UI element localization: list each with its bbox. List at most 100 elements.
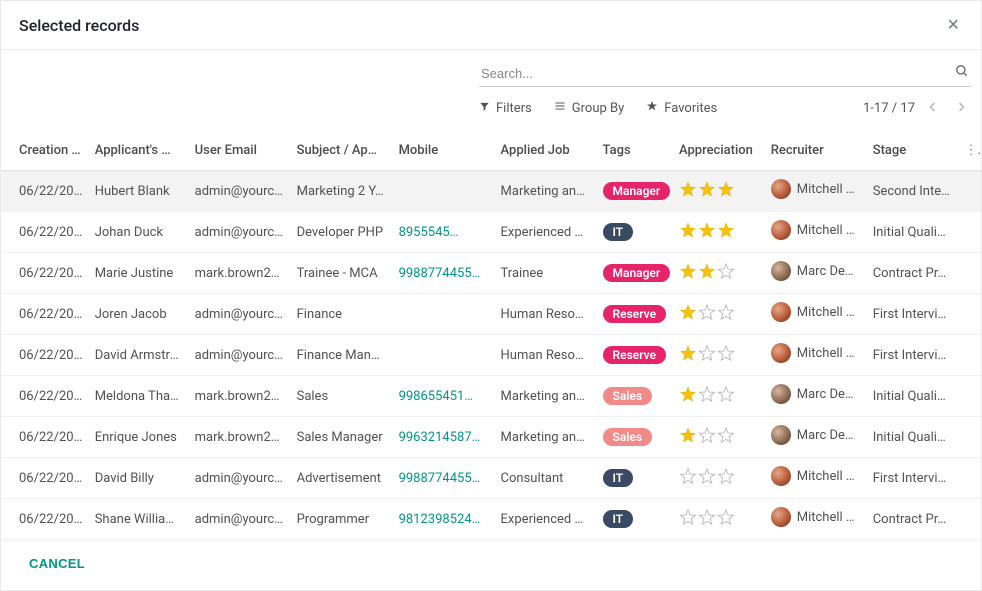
cell-date: 06/22/2021 bbox=[1, 376, 89, 417]
dialog-footer: CANCEL bbox=[1, 541, 981, 590]
favorites-button[interactable]: Favorites bbox=[646, 100, 717, 116]
table-row[interactable]: 06/22/2021Joren Jacobadmin@yourc…Finance… bbox=[1, 294, 981, 335]
cell-date: 06/22/2021 bbox=[1, 540, 89, 542]
search-input[interactable] bbox=[481, 66, 955, 81]
tag-badge[interactable]: IT bbox=[603, 510, 634, 528]
column-menu-button[interactable]: ⋮ bbox=[958, 131, 981, 171]
appreciation-stars[interactable] bbox=[679, 303, 735, 321]
cell-recruiter: Marc De… bbox=[765, 253, 867, 294]
next-page-button[interactable] bbox=[951, 99, 971, 117]
cell-stage: First Intervi… bbox=[867, 335, 959, 376]
cell-tag: Sales bbox=[597, 376, 673, 417]
groupby-button[interactable]: Group By bbox=[554, 100, 625, 116]
cell-mobile bbox=[393, 171, 495, 212]
table-row[interactable]: 06/22/2021Meldona Thangmark.brown2…Sales… bbox=[1, 376, 981, 417]
cell-email: mark.brown2… bbox=[189, 417, 291, 458]
table-row[interactable]: 06/22/2021Shane Williamsadmin@yourc…Prog… bbox=[1, 499, 981, 540]
cell-mobile: 9898745745… bbox=[393, 540, 495, 542]
cell-email: admin@yourc… bbox=[189, 212, 291, 253]
tag-badge[interactable]: Manager bbox=[603, 182, 671, 200]
col-job[interactable]: Applied Job bbox=[495, 131, 597, 171]
cell-tag: IT bbox=[597, 458, 673, 499]
col-subject[interactable]: Subject / Ap… bbox=[291, 131, 393, 171]
close-button[interactable]: × bbox=[943, 15, 963, 35]
cell-subject: Trainee - MCA bbox=[291, 540, 393, 542]
col-stage[interactable]: Stage bbox=[867, 131, 959, 171]
cell-subject: Marketing 2 Y… bbox=[291, 171, 393, 212]
cell-date: 06/22/2021 bbox=[1, 499, 89, 540]
tag-badge[interactable]: Sales bbox=[603, 387, 653, 405]
cell-email: admin@yourc… bbox=[189, 335, 291, 376]
tag-badge[interactable]: IT bbox=[603, 223, 634, 241]
dialog-body: Filters Group By Favorites 1-17 / 17 bbox=[1, 50, 981, 541]
avatar bbox=[771, 343, 791, 363]
cell-recruiter: Marc De… bbox=[765, 376, 867, 417]
filters-button[interactable]: Filters bbox=[479, 101, 532, 116]
scroll-area[interactable]: Filters Group By Favorites 1-17 / 17 bbox=[1, 50, 981, 541]
col-email[interactable]: User Email bbox=[189, 131, 291, 171]
col-mobile[interactable]: Mobile bbox=[393, 131, 495, 171]
appreciation-stars[interactable] bbox=[679, 221, 735, 239]
tag-badge[interactable]: Manager bbox=[603, 264, 671, 282]
table-row[interactable]: 06/22/2021Enrique Jonesmark.brown2…Sales… bbox=[1, 417, 981, 458]
cell-stage: First Intervi… bbox=[867, 294, 959, 335]
records-table: Creation … Applicant's … User Email Subj… bbox=[1, 131, 981, 541]
cell-recruiter: Mitchell … bbox=[765, 335, 867, 376]
avatar bbox=[771, 425, 791, 445]
col-appreciation[interactable]: Appreciation bbox=[673, 131, 765, 171]
table-row[interactable]: 06/22/2021Tina Augustieadmin@yourc…Train… bbox=[1, 540, 981, 542]
table-row[interactable]: 06/22/2021Hubert Blankadmin@yourc…Market… bbox=[1, 171, 981, 212]
cell-name: Johan Duck bbox=[89, 212, 189, 253]
appreciation-stars[interactable] bbox=[679, 467, 735, 485]
cell-name: Tina Augustie bbox=[89, 540, 189, 542]
avatar bbox=[771, 261, 791, 281]
pager-text[interactable]: 1-17 / 17 bbox=[863, 101, 915, 116]
tag-badge[interactable]: Sales bbox=[603, 428, 653, 446]
cell-name: Shane Williams bbox=[89, 499, 189, 540]
cell-tag: Reserve bbox=[597, 294, 673, 335]
cell-job: Marketing an… bbox=[495, 376, 597, 417]
cell-email: mark.brown2… bbox=[189, 376, 291, 417]
cell-subject: Programmer bbox=[291, 499, 393, 540]
appreciation-stars[interactable] bbox=[679, 385, 735, 403]
cell-recruiter: Mitchell … bbox=[765, 540, 867, 542]
appreciation-stars[interactable] bbox=[679, 426, 735, 444]
col-recruiter[interactable]: Recruiter bbox=[765, 131, 867, 171]
cell-subject: Trainee - MCA bbox=[291, 253, 393, 294]
cell-stage: Second Inte… bbox=[867, 171, 959, 212]
table-row[interactable]: 06/22/2021David Billyadmin@yourc…Adverti… bbox=[1, 458, 981, 499]
tag-badge[interactable]: Reserve bbox=[603, 346, 667, 364]
cell-email: admin@yourc… bbox=[189, 540, 291, 542]
cell-date: 06/22/2021 bbox=[1, 171, 89, 212]
search-box[interactable] bbox=[479, 60, 971, 87]
cell-mobile bbox=[393, 294, 495, 335]
table-row[interactable]: 06/22/2021Johan Duckadmin@yourc…Develope… bbox=[1, 212, 981, 253]
col-tags[interactable]: Tags bbox=[597, 131, 673, 171]
cell-stage: Contract Pr… bbox=[867, 540, 959, 542]
cell-name: David Billy bbox=[89, 458, 189, 499]
cell-mobile bbox=[393, 335, 495, 376]
tag-badge[interactable]: Reserve bbox=[603, 305, 667, 323]
search-icon[interactable] bbox=[955, 64, 969, 82]
cancel-button[interactable]: CANCEL bbox=[29, 556, 85, 571]
tag-badge[interactable]: IT bbox=[603, 469, 634, 487]
cell-stars bbox=[673, 376, 765, 417]
appreciation-stars[interactable] bbox=[679, 344, 735, 362]
col-applicant[interactable]: Applicant's … bbox=[89, 131, 189, 171]
cell-stage: Initial Quali… bbox=[867, 376, 959, 417]
cell-stars bbox=[673, 253, 765, 294]
prev-page-button[interactable] bbox=[923, 99, 943, 117]
cell-tag: Sales bbox=[597, 540, 673, 542]
cell-mobile: 998655451… bbox=[393, 376, 495, 417]
table-row[interactable]: 06/22/2021Marie Justinemark.brown2…Train… bbox=[1, 253, 981, 294]
table-row[interactable]: 06/22/2021David Armstro…admin@yourc…Fina… bbox=[1, 335, 981, 376]
col-creation[interactable]: Creation … bbox=[1, 131, 89, 171]
cell-stars bbox=[673, 335, 765, 376]
appreciation-stars[interactable] bbox=[679, 508, 735, 526]
cell-name: Enrique Jones bbox=[89, 417, 189, 458]
appreciation-stars[interactable] bbox=[679, 262, 735, 280]
cell-date: 06/22/2021 bbox=[1, 212, 89, 253]
cell-stage: Initial Quali… bbox=[867, 212, 959, 253]
cell-name: Marie Justine bbox=[89, 253, 189, 294]
appreciation-stars[interactable] bbox=[679, 180, 735, 198]
